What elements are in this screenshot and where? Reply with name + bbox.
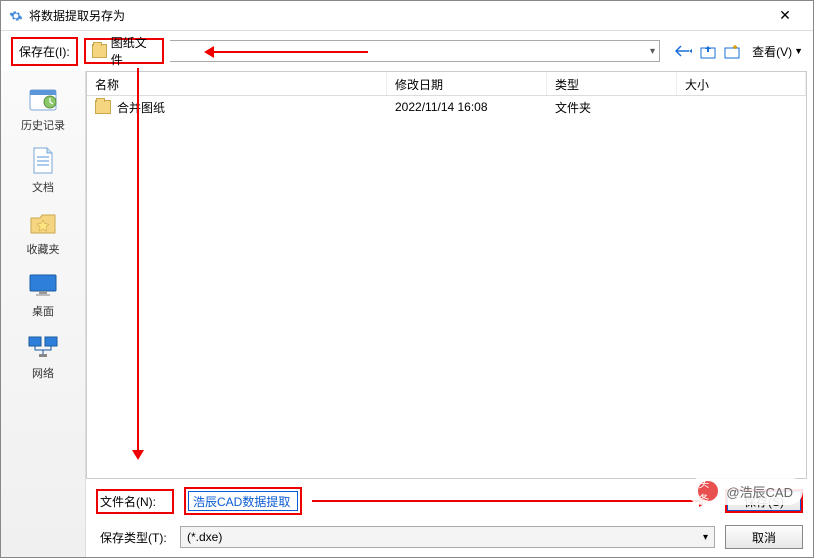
title-bar: 将数据提取另存为 ✕ <box>1 1 813 31</box>
folder-icon <box>92 44 107 58</box>
back-arrow-icon <box>675 44 693 58</box>
sidebar-item-desktop[interactable]: 桌面 <box>6 265 81 325</box>
annotation-arrow <box>208 51 368 53</box>
annotation-arrow <box>312 500 705 502</box>
column-type[interactable]: 类型 <box>547 72 677 95</box>
chevron-down-icon: ▾ <box>650 46 655 57</box>
filename-label: 文件名(N): <box>100 493 170 510</box>
sidebar-item-label: 网络 <box>32 365 54 381</box>
sidebar-item-network[interactable]: 网络 <box>6 327 81 387</box>
places-sidebar: 历史记录 文档 收藏夹 桌面 <box>1 71 86 557</box>
desktop-icon <box>27 271 59 299</box>
filename-input[interactable] <box>188 491 298 511</box>
filetype-combo[interactable]: (*.dxe) ▾ <box>180 526 715 548</box>
filetype-label: 保存类型(T): <box>100 529 170 546</box>
up-button[interactable] <box>698 41 718 61</box>
list-header: 名称 修改日期 类型 大小 <box>87 72 806 96</box>
nav-buttons <box>674 41 742 61</box>
chevron-down-icon: ▾ <box>703 532 708 543</box>
document-icon <box>27 147 59 175</box>
chevron-down-icon: ▼ <box>794 46 803 56</box>
sidebar-item-document[interactable]: 文档 <box>6 141 81 201</box>
save-as-dialog: 将数据提取另存为 ✕ 保存在(I): 图纸文件 ▾ 查看(V) ▼ <box>0 0 814 558</box>
column-size[interactable]: 大小 <box>677 72 806 95</box>
sidebar-item-label: 收藏夹 <box>27 241 60 257</box>
column-name[interactable]: 名称 <box>87 72 387 95</box>
cancel-button[interactable]: 取消 <box>725 525 803 549</box>
new-folder-button[interactable] <box>722 41 742 61</box>
watermark-text: @浩辰CAD <box>726 482 793 501</box>
watermark: 头条 @浩辰CAD <box>688 477 803 505</box>
annotation-arrow <box>137 68 139 456</box>
file-type: 文件夹 <box>547 95 677 120</box>
filename-group: 文件名(N): <box>96 489 174 514</box>
file-date: 2022/11/14 16:08 <box>387 96 547 118</box>
window-title: 将数据提取另存为 <box>29 7 765 24</box>
list-item[interactable]: 合并图纸 2022/11/14 16:08 文件夹 <box>87 96 806 118</box>
sidebar-item-label: 历史记录 <box>21 117 65 133</box>
favorites-icon <box>27 209 59 237</box>
history-icon <box>27 85 59 113</box>
filetype-value: (*.dxe) <box>187 530 222 544</box>
file-size <box>677 103 806 111</box>
view-label: 查看(V) <box>752 43 792 60</box>
file-name: 合并图纸 <box>117 99 165 116</box>
file-list[interactable]: 合并图纸 2022/11/14 16:08 文件夹 <box>87 96 806 478</box>
sidebar-item-label: 桌面 <box>32 303 54 319</box>
sidebar-item-label: 文档 <box>32 179 54 195</box>
save-in-value: 图纸文件 <box>111 34 156 68</box>
sidebar-item-history[interactable]: 历史记录 <box>6 79 81 139</box>
close-button[interactable]: ✕ <box>765 7 805 24</box>
folder-icon <box>95 100 111 114</box>
sidebar-item-favorites[interactable]: 收藏夹 <box>6 203 81 263</box>
toolbar: 保存在(I): 图纸文件 ▾ 查看(V) ▼ <box>1 31 813 71</box>
gear-icon <box>9 9 23 23</box>
view-button[interactable]: 查看(V) ▼ <box>752 43 803 60</box>
watermark-icon: 头条 <box>698 481 718 501</box>
network-icon <box>27 333 59 361</box>
new-folder-icon <box>724 43 740 59</box>
file-list-area: 名称 修改日期 类型 大小 合并图纸 2022/11/14 16:08 文件夹 <box>86 71 807 479</box>
column-date[interactable]: 修改日期 <box>387 72 547 95</box>
back-button[interactable] <box>674 41 694 61</box>
up-folder-icon <box>700 43 716 59</box>
save-in-combo[interactable]: 图纸文件 <box>84 38 164 64</box>
save-in-label: 保存在(I): <box>11 37 78 66</box>
